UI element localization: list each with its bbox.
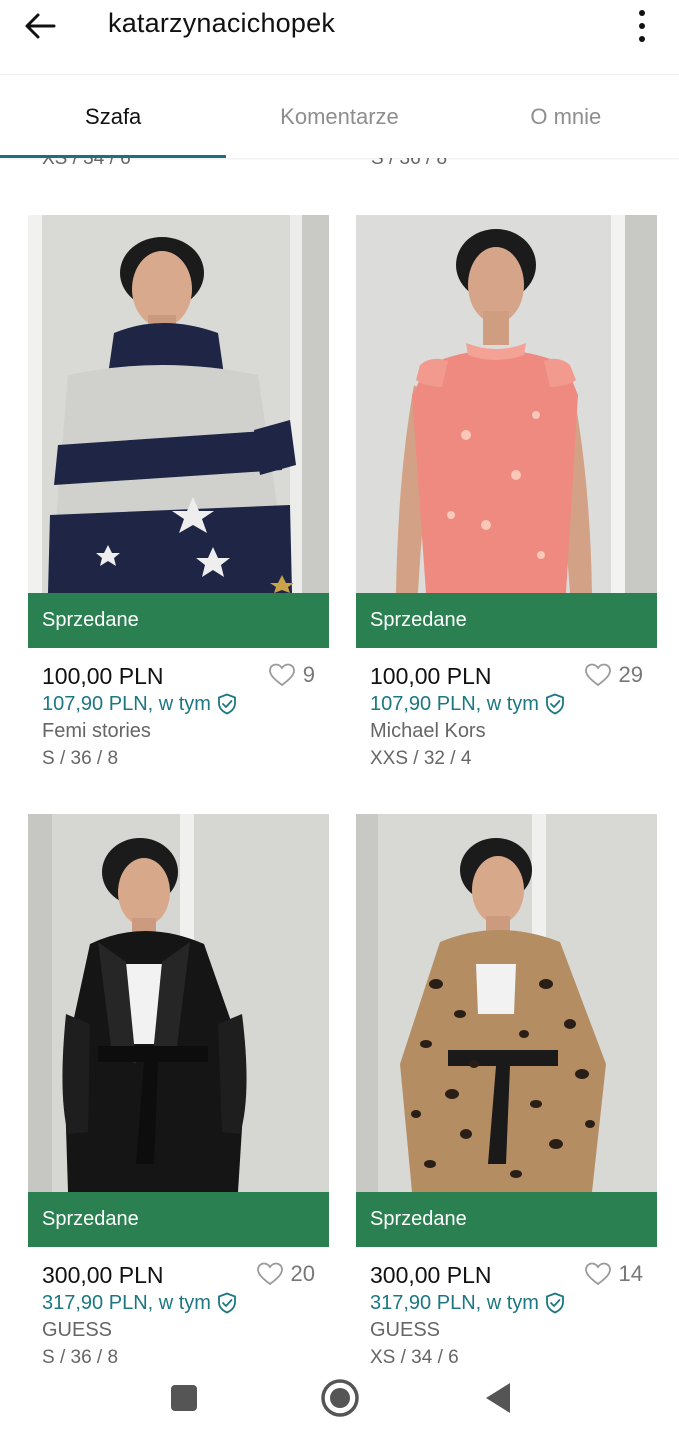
item-card[interactable]: Sprzedane 100,00 PLN 9 107,90 PLN, w tym… xyxy=(28,215,329,772)
home-button[interactable] xyxy=(316,1374,364,1422)
item-info: 100,00 PLN 9 107,90 PLN, w tym Femi stor… xyxy=(28,648,329,772)
item-brand: GUESS xyxy=(370,1319,441,1341)
system-navigation-bar xyxy=(0,1364,679,1439)
shield-check-icon xyxy=(546,1292,564,1314)
favourite-count: 14 xyxy=(618,1261,643,1286)
sold-badge: Sprzedane xyxy=(28,1192,329,1247)
back-button[interactable] xyxy=(18,6,62,46)
home-icon xyxy=(321,1379,359,1417)
total-price: 317,90 PLN, w tym xyxy=(370,1292,539,1314)
item-brand: GUESS xyxy=(42,1319,113,1341)
item-size: XXS / 32 / 4 xyxy=(370,748,472,769)
shield-check-icon xyxy=(546,693,564,715)
total-price-with-protection[interactable]: 317,90 PLN, w tym xyxy=(42,1289,315,1317)
heart-icon xyxy=(268,663,295,687)
sold-badge: Sprzedane xyxy=(356,593,657,648)
total-price-with-protection[interactable]: 317,90 PLN, w tym xyxy=(370,1289,643,1317)
item-photo-blouse[interactable] xyxy=(356,215,657,593)
total-price-with-protection[interactable]: 107,90 PLN, w tym xyxy=(370,690,643,718)
total-price: 317,90 PLN, w tym xyxy=(42,1292,211,1314)
item-size: S / 36 / 8 xyxy=(42,748,119,769)
system-back-button[interactable] xyxy=(476,1376,520,1420)
heart-icon xyxy=(584,1262,611,1286)
favourite-count: 9 xyxy=(302,662,315,687)
item-photo-leopard-coat[interactable] xyxy=(356,814,657,1192)
favourite-count: 29 xyxy=(618,662,643,687)
total-price: 107,90 PLN, w tym xyxy=(42,693,211,715)
total-price: 107,90 PLN, w tym xyxy=(370,693,539,715)
item-info: 100,00 PLN 29 107,90 PLN, w tym Michael … xyxy=(356,648,657,772)
tab-o-mnie[interactable]: O mnie xyxy=(453,75,679,158)
sold-badge: Sprzedane xyxy=(28,593,329,648)
item-photo-black-fur-coat[interactable] xyxy=(28,814,329,1192)
sold-badge: Sprzedane xyxy=(356,1192,657,1247)
recent-apps-icon xyxy=(171,1385,197,1411)
item-brand: Femi stories xyxy=(42,720,151,742)
heart-icon xyxy=(584,663,611,687)
favourite-button[interactable]: 20 xyxy=(256,1261,315,1287)
top-app-bar: katarzynacichopek xyxy=(0,0,679,74)
profile-tabs: Szafa Komentarze O mnie xyxy=(0,74,679,158)
shield-check-icon xyxy=(218,693,236,715)
item-card[interactable]: Sprzedane 100,00 PLN 29 107,90 PLN, w ty… xyxy=(356,215,657,772)
item-size: S / 36 / 8 xyxy=(42,1347,119,1364)
favourite-button[interactable]: 14 xyxy=(584,1261,643,1287)
item-size: XS / 34 / 6 xyxy=(370,1347,459,1364)
more-options-button[interactable] xyxy=(624,4,660,48)
tab-szafa[interactable]: Szafa xyxy=(0,75,227,158)
favourite-button[interactable]: 29 xyxy=(584,662,643,688)
back-triangle-icon xyxy=(486,1383,510,1413)
item-info: 300,00 PLN 14 317,90 PLN, w tym GUESS XS… xyxy=(356,1247,657,1364)
arrow-left-icon xyxy=(25,13,56,39)
favourite-count: 20 xyxy=(290,1261,315,1286)
tab-komentarze[interactable]: Komentarze xyxy=(226,75,452,158)
item-photo-sweater[interactable] xyxy=(28,215,329,593)
wardrobe-grid[interactable]: XS / 34 / 6 S / 36 / 8 Sprzedane 100,00 … xyxy=(0,74,679,1364)
recent-apps-button[interactable] xyxy=(160,1376,208,1420)
item-card[interactable]: Sprzedane 300,00 PLN 20 317,90 PLN, w ty… xyxy=(28,814,329,1364)
item-brand: Michael Kors xyxy=(370,720,486,742)
profile-username: katarzynacichopek xyxy=(108,8,336,38)
heart-icon xyxy=(256,1262,283,1286)
item-info: 300,00 PLN 20 317,90 PLN, w tym GUESS S … xyxy=(28,1247,329,1364)
item-card[interactable]: Sprzedane 300,00 PLN 14 317,90 PLN, w ty… xyxy=(356,814,657,1364)
more-vertical-icon xyxy=(639,10,645,16)
shield-check-icon xyxy=(218,1292,236,1314)
favourite-button[interactable]: 9 xyxy=(268,662,315,688)
total-price-with-protection[interactable]: 107,90 PLN, w tym xyxy=(42,690,315,718)
